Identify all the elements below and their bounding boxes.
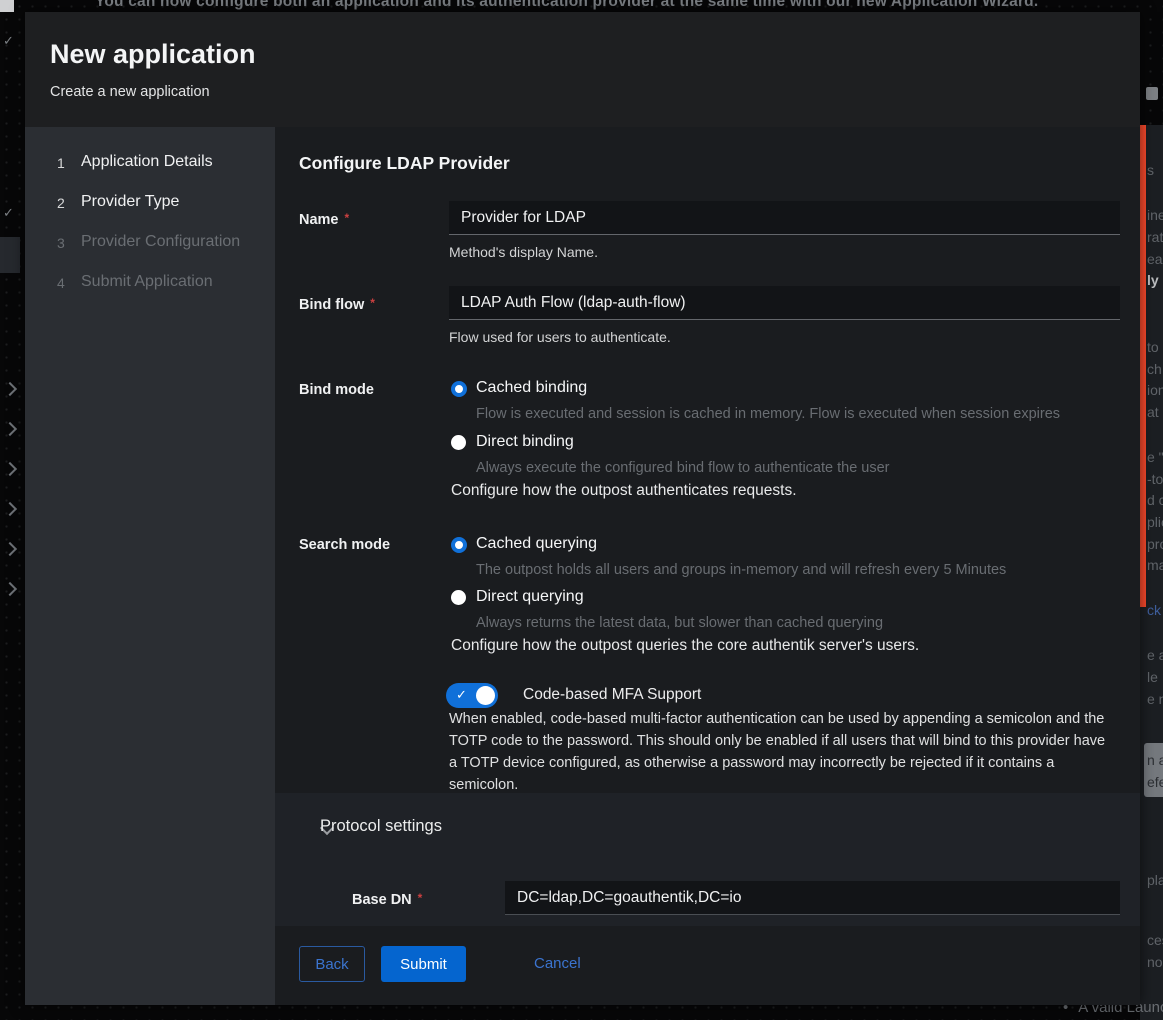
- modal-body: 1 Application Details 2 Provider Type 3 …: [25, 127, 1140, 1005]
- check-icon: ✓: [456, 687, 467, 703]
- background-text-fragment: plic: [1147, 515, 1163, 530]
- background-text-fragment: ck: [1147, 603, 1161, 618]
- background-text-fragment: ly a: [1147, 273, 1163, 288]
- step-label: Submit Application: [81, 273, 213, 291]
- bind-flow-input[interactable]: [449, 286, 1120, 320]
- direct-binding-radio[interactable]: [451, 435, 466, 450]
- background-text-fragment: rat: [1147, 230, 1163, 245]
- background-text-fragment: at: [1147, 405, 1159, 420]
- new-application-modal: New application Create a new application…: [25, 12, 1140, 1005]
- bind-mode-note: Configure how the outpost authenticates …: [451, 482, 797, 500]
- wizard-step-provider-type[interactable]: 2 Provider Type: [25, 193, 275, 217]
- modal-subtitle: Create a new application: [50, 84, 1140, 100]
- name-label: Name*: [299, 211, 349, 228]
- base-dn-label: Base DN*: [352, 891, 422, 908]
- background-text-fragment: e a: [1147, 648, 1163, 663]
- step-number: 2: [57, 195, 65, 211]
- bind-flow-help-text: Flow used for users to authenticate.: [449, 329, 671, 345]
- cached-querying-option[interactable]: Cached querying: [476, 535, 597, 553]
- check-icon: ✓: [3, 206, 14, 219]
- background-text-fragment: ch: [1147, 362, 1162, 377]
- base-dn-input[interactable]: [505, 881, 1120, 915]
- background-text-fragment: to: [1147, 340, 1159, 355]
- background-text-fragment: -to: [1147, 472, 1163, 487]
- background-text-fragment: ma: [1147, 558, 1163, 573]
- step-label: Application Details: [81, 153, 213, 171]
- scrollbar-thumb: [1140, 125, 1146, 607]
- required-marker: *: [418, 891, 423, 905]
- background-text-fragment: d c: [1147, 493, 1163, 508]
- protocol-settings-section: Protocol settings Base DN*: [275, 793, 1140, 926]
- direct-querying-description: Always returns the latest data, but slow…: [476, 615, 883, 631]
- modal-header: New application Create a new application: [25, 12, 1140, 127]
- cached-querying-description: The outpost holds all users and groups i…: [476, 562, 1006, 578]
- modal-title: New application: [50, 38, 1140, 70]
- back-button[interactable]: Back: [299, 946, 365, 982]
- step-label: Provider Configuration: [81, 233, 240, 251]
- step-number: 3: [57, 235, 65, 251]
- cached-binding-description: Flow is executed and session is cached i…: [476, 406, 1060, 422]
- background-text-fragment: ces: [1147, 933, 1163, 948]
- chevron-right-icon: [3, 502, 17, 516]
- required-marker: *: [370, 296, 375, 310]
- direct-querying-radio[interactable]: [451, 590, 466, 605]
- chevron-right-icon: [3, 542, 17, 556]
- search-mode-note: Configure how the outpost queries the co…: [451, 637, 919, 655]
- sidebar-active-item-fragment: [0, 237, 20, 273]
- background-text-fragment: n a: [1147, 753, 1163, 768]
- cached-querying-radio[interactable]: [451, 537, 467, 553]
- search-mode-label: Search mode: [299, 537, 390, 553]
- background-text-fragment: e "c: [1147, 450, 1163, 465]
- logo-fragment: [0, 0, 14, 12]
- mfa-support-label[interactable]: Code-based MFA Support: [523, 686, 701, 704]
- wizard-step-provider-configuration: 3 Provider Configuration: [25, 233, 275, 257]
- direct-querying-option[interactable]: Direct querying: [476, 588, 584, 606]
- name-help-text: Method's display Name.: [449, 244, 598, 260]
- chevron-right-icon: [3, 382, 17, 396]
- wizard-steps-nav: 1 Application Details 2 Provider Type 3 …: [25, 127, 275, 1005]
- background-text-fragment: ion: [1147, 383, 1163, 398]
- mfa-support-toggle[interactable]: ✓: [446, 683, 498, 708]
- background-text-fragment: s: [1147, 163, 1154, 178]
- chevron-right-icon: [3, 462, 17, 476]
- wizard-step-submit-application: 4 Submit Application: [25, 273, 275, 297]
- chevron-right-icon: [3, 422, 17, 436]
- submit-button[interactable]: Submit: [381, 946, 466, 982]
- background-text-fragment: le: [1147, 670, 1158, 685]
- background-text-fragment: ea: [1147, 252, 1163, 267]
- name-input[interactable]: [449, 201, 1120, 235]
- direct-binding-option[interactable]: Direct binding: [476, 433, 574, 451]
- page-background: You can now configure both an applicatio…: [0, 0, 1163, 1020]
- bind-flow-label: Bind flow*: [299, 296, 375, 313]
- toggle-knob: [476, 686, 495, 705]
- wizard-step-application-details[interactable]: 1 Application Details: [25, 153, 275, 177]
- cached-binding-radio[interactable]: [451, 381, 467, 397]
- background-text-fragment: efe: [1147, 775, 1163, 790]
- background-text-fragment: no: [1147, 955, 1163, 970]
- step-label: Provider Type: [81, 193, 179, 211]
- wizard-announcement-banner: You can now configure both an applicatio…: [95, 0, 1045, 11]
- form-heading: Configure LDAP Provider: [299, 153, 510, 174]
- protocol-settings-header[interactable]: Protocol settings: [320, 817, 442, 836]
- provider-form: Configure LDAP Provider Name* Method's d…: [275, 127, 1140, 1005]
- required-marker: *: [345, 211, 350, 225]
- mfa-support-description: When enabled, code-based multi-factor au…: [449, 708, 1109, 796]
- step-number: 4: [57, 275, 65, 291]
- chevron-right-icon: [3, 582, 17, 596]
- background-text-fragment: pro: [1147, 537, 1163, 552]
- background-text-fragment: pla: [1147, 873, 1163, 888]
- check-icon: ✓: [3, 34, 14, 47]
- cached-binding-option[interactable]: Cached binding: [476, 379, 587, 397]
- background-text-fragment: ine: [1147, 208, 1163, 223]
- cancel-button[interactable]: Cancel: [528, 954, 587, 973]
- background-text-fragment: e n: [1147, 692, 1163, 707]
- direct-binding-description: Always execute the configured bind flow …: [476, 460, 890, 476]
- step-number: 1: [57, 155, 65, 171]
- bind-mode-label: Bind mode: [299, 382, 374, 398]
- scrollbar-fragment: [1146, 87, 1158, 100]
